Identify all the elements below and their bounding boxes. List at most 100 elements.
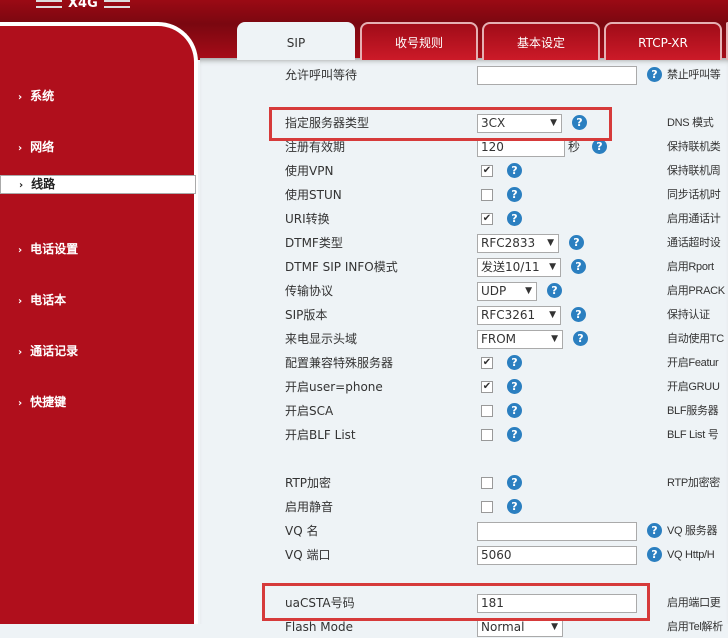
chevron-right-icon: › xyxy=(18,143,23,154)
field-label: VQ 名 xyxy=(285,524,319,538)
chevron-down-icon: ▼ xyxy=(551,622,558,632)
sidebar-item-line[interactable]: › 线路 xyxy=(0,175,196,194)
checkbox[interactable] xyxy=(481,501,493,513)
select-value: RFC3261 xyxy=(481,308,536,322)
sidebar-item-network[interactable]: › 网络 xyxy=(10,124,195,170)
field-label: 保持联机周 xyxy=(667,165,721,177)
help-icon[interactable]: ? xyxy=(507,499,522,514)
field-label: 启用端口更 xyxy=(667,597,721,609)
sidebar-item-system[interactable]: › 系统 xyxy=(10,73,195,119)
help-icon[interactable]: ? xyxy=(507,475,522,490)
text-input[interactable] xyxy=(477,522,637,541)
brand-name: X4G xyxy=(68,0,98,11)
sidebar-item-label: 电话设置 xyxy=(30,242,79,256)
select-dropdown[interactable]: UDP ▼ xyxy=(477,282,537,301)
content-area xyxy=(200,58,728,624)
field-label: BLF List 号 xyxy=(667,429,719,441)
field-label: 保持联机类 xyxy=(667,141,721,153)
checkbox[interactable] xyxy=(481,477,493,489)
checkbox[interactable] xyxy=(481,189,493,201)
sidebar-item-label: 快捷键 xyxy=(30,395,67,409)
sidebar-item-label: 系统 xyxy=(30,89,55,103)
select-dropdown[interactable]: RFC2833 ▼ xyxy=(477,234,559,253)
brand-logo: X4G xyxy=(30,0,136,11)
highlight-box xyxy=(262,583,650,621)
field-label: 开启SCA xyxy=(285,404,334,418)
help-icon[interactable]: ? xyxy=(507,379,522,394)
help-icon[interactable]: ? xyxy=(647,67,662,82)
field-label: 启用PRACK xyxy=(667,285,725,297)
help-icon[interactable]: ? xyxy=(573,331,588,346)
field-label: URI转换 xyxy=(285,212,330,226)
tab-rtcp-xr[interactable]: RTCP-XR xyxy=(604,22,722,60)
field-label: DTMF SIP INFO模式 xyxy=(285,260,398,274)
sidebar-item-shortcuts[interactable]: › 快捷键 xyxy=(10,379,195,425)
help-icon[interactable]: ? xyxy=(592,139,607,154)
chevron-down-icon: ▼ xyxy=(549,262,556,272)
select-value: 发送10/11 xyxy=(481,260,540,274)
help-icon[interactable]: ? xyxy=(647,547,662,562)
checkbox[interactable] xyxy=(481,405,493,417)
field-label: 开启GRUU xyxy=(667,381,720,393)
field-label: VQ Http/H xyxy=(667,549,715,561)
help-icon[interactable]: ? xyxy=(571,307,586,322)
help-icon[interactable]: ? xyxy=(547,283,562,298)
checkbox[interactable]: ✔ xyxy=(481,165,493,177)
field-label: 保持认证 xyxy=(667,309,710,321)
sidebar-item-phone-settings[interactable]: › 电话设置 xyxy=(10,226,195,272)
checkbox[interactable] xyxy=(481,429,493,441)
help-icon[interactable]: ? xyxy=(569,235,584,250)
field-label: 来电显示头域 xyxy=(285,332,358,346)
sidebar-item-phonebook[interactable]: › 电话本 xyxy=(10,277,195,323)
field-label: VQ 端口 xyxy=(285,548,331,562)
field-label: VQ 服务器 xyxy=(667,525,718,537)
checkbox[interactable]: ✔ xyxy=(481,357,493,369)
select-value: RFC2833 xyxy=(481,236,536,250)
menu-bars-icon xyxy=(103,0,130,8)
field-label: 配置兼容特殊服务器 xyxy=(285,356,394,370)
chevron-right-icon: › xyxy=(18,347,23,358)
help-icon[interactable]: ? xyxy=(507,187,522,202)
help-icon[interactable]: ? xyxy=(571,259,586,274)
field-label: 禁止呼叫等 xyxy=(667,69,721,81)
tab-dial-rules[interactable]: 收号规则 xyxy=(360,22,478,60)
field-label: 通话超时设 xyxy=(667,237,721,249)
help-icon[interactable]: ? xyxy=(507,403,522,418)
select-value: FROM xyxy=(481,332,517,346)
select-dropdown[interactable]: FROM ▼ xyxy=(477,330,563,349)
chevron-right-icon: › xyxy=(18,398,23,409)
field-label: 自动使用TC xyxy=(667,333,724,345)
help-icon[interactable]: ? xyxy=(507,355,522,370)
help-icon[interactable]: ? xyxy=(507,211,522,226)
help-icon[interactable]: ? xyxy=(647,523,662,538)
field-label: 启用Rport xyxy=(667,261,714,273)
help-icon[interactable]: ? xyxy=(507,427,522,442)
checkbox[interactable]: ✔ xyxy=(481,381,493,393)
tab-basic-settings[interactable]: 基本设定 xyxy=(482,22,600,60)
checkbox[interactable]: ✔ xyxy=(481,213,493,225)
field-label: 启用Tel解析 xyxy=(667,621,723,633)
sidebar-item-call-log[interactable]: › 通话记录 xyxy=(10,328,195,374)
field-label: 开启user=phone xyxy=(285,380,383,394)
text-input[interactable]: 5060 xyxy=(477,546,637,565)
menu-bars-icon xyxy=(36,0,62,8)
field-label: RTP加密 xyxy=(285,476,332,490)
chevron-right-icon: › xyxy=(18,296,23,307)
chevron-down-icon: ▼ xyxy=(547,238,554,248)
sidebar-item-label: 电话本 xyxy=(30,293,67,307)
field-label: BLF服务器 xyxy=(667,405,719,417)
help-icon[interactable]: ? xyxy=(507,163,522,178)
text-input[interactable] xyxy=(477,66,637,85)
select-value: UDP xyxy=(481,284,507,298)
field-label: 同步话机时 xyxy=(667,189,721,201)
sidebar-item-label: 网络 xyxy=(30,140,55,154)
field-label: 开启Featur xyxy=(667,357,719,369)
select-dropdown[interactable]: RFC3261 ▼ xyxy=(477,306,561,325)
select-dropdown[interactable]: 发送10/11 ▼ xyxy=(477,258,561,277)
field-label: 传输协议 xyxy=(285,284,334,298)
field-label: 使用STUN xyxy=(285,188,342,202)
sidebar-item-label: 通话记录 xyxy=(30,344,79,358)
field-label: 启用静音 xyxy=(285,500,334,514)
tab-sip[interactable]: SIP xyxy=(237,22,355,60)
chevron-down-icon: ▼ xyxy=(551,334,558,344)
